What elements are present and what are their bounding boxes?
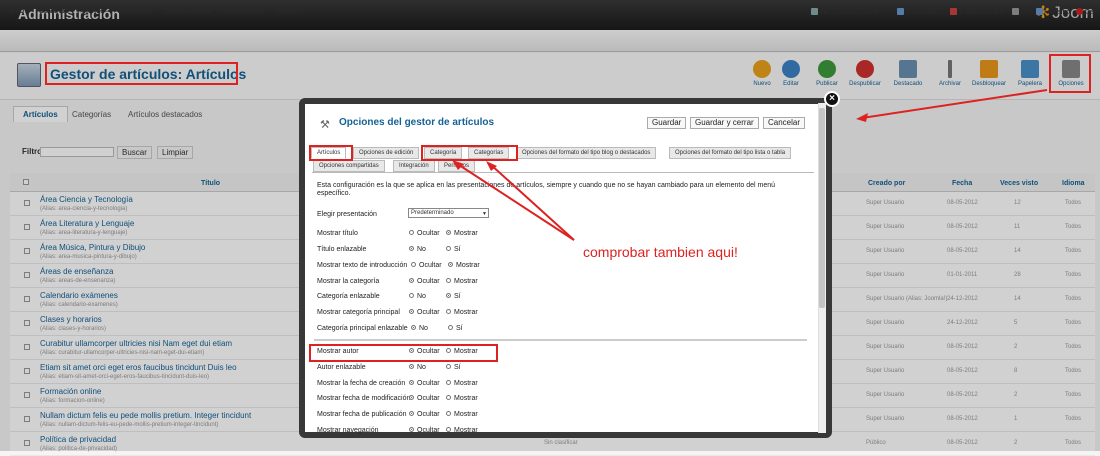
- annotation-text: comprobar tambien aqui!: [583, 244, 738, 260]
- arrow-categories-line: [489, 163, 575, 241]
- arrow-options-line: [861, 89, 1048, 119]
- arrow-category-head: [452, 160, 464, 170]
- arrow-options-head: [856, 113, 868, 122]
- arrow-category-line: [455, 162, 575, 241]
- annotation-arrows: [452, 89, 1048, 241]
